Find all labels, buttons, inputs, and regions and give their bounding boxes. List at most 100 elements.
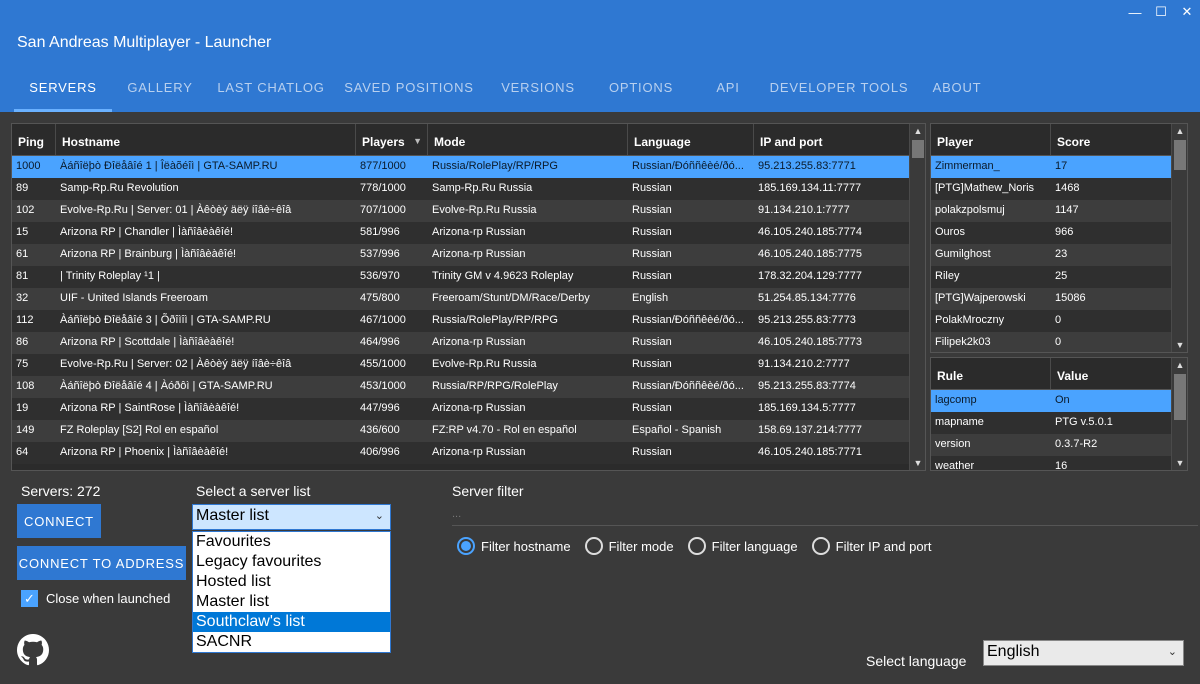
scroll-thumb[interactable] [1174, 140, 1186, 170]
player-row-cell: Zimmerman_ [935, 160, 1000, 172]
player-row-cell: Gumilghost [935, 248, 991, 260]
tab-about[interactable]: ABOUT [912, 70, 1002, 112]
column-hostname[interactable]: Hostname [56, 124, 356, 155]
rule-row[interactable]: lagcomp On [931, 390, 1187, 412]
filter-mode-radio[interactable]: Filter mode [584, 537, 674, 555]
server-row-cell: Arizona-rp Russian [432, 446, 526, 458]
server-row[interactable]: 81 | Trinity Roleplay ¹1 | 536/970 Trinity … [12, 266, 925, 288]
server-row-cell: 108 [16, 380, 35, 392]
close-icon[interactable]: ✕ [1174, 0, 1200, 24]
server-row-cell: Russian [632, 182, 672, 194]
server-row[interactable]: 15 Arizona RP | Chandler | Ìàñîâèàêîé! 581… [12, 222, 925, 244]
connect-to-address-button[interactable]: CONNECT TO ADDRESS [17, 546, 186, 580]
maximize-icon[interactable]: ☐ [1148, 0, 1174, 24]
server-row-cell: Arizona-rp Russian [432, 402, 526, 414]
server-row[interactable]: 19 Arizona RP | SaintRose | Ìàñîâèàêîé! 44… [12, 398, 925, 420]
server-row[interactable]: 89 Samp-Rp.Ru Revolution 778/1000 Samp-Rp.R… [12, 178, 925, 200]
scroll-down-icon[interactable]: ▼ [910, 456, 925, 470]
server-list-scrollbar[interactable]: ▲ ▼ [909, 124, 925, 470]
rule-row[interactable]: mapname PTG v.5.0.1 [931, 412, 1187, 434]
column-score[interactable]: Score [1051, 124, 1172, 155]
player-row[interactable]: Filipek2k03 0 [931, 332, 1187, 352]
server-row[interactable]: 102 Evolve-Rp.Ru | Server: 01 | Àêòèý äëÿ… [12, 200, 925, 222]
scroll-up-icon[interactable]: ▲ [1172, 124, 1187, 138]
player-row[interactable]: polakzpolsmuj 1147 [931, 200, 1187, 222]
language-select[interactable]: English ⌄ [983, 640, 1184, 666]
tab-saved-positions[interactable]: SAVED POSITIONS [334, 70, 484, 112]
scroll-down-icon[interactable]: ▼ [1172, 456, 1187, 470]
player-row[interactable]: [PTG]Mathew_Noris 1468 [931, 178, 1187, 200]
option-sacnr[interactable]: SACNR [193, 632, 390, 652]
column-rule[interactable]: Rule [931, 358, 1051, 389]
server-row[interactable]: 61 Arizona RP | Brainburg | Ìàñîâèàêîé! 53… [12, 244, 925, 266]
server-filter-input[interactable]: ... [452, 508, 1198, 526]
server-row-cell: 75 [16, 358, 29, 370]
rules-scrollbar[interactable]: ▲ ▼ [1171, 358, 1187, 470]
server-row-cell: Español - Spanish [632, 424, 722, 436]
close-when-launched-label: Close when launched [46, 591, 171, 606]
scroll-thumb[interactable] [1174, 374, 1186, 420]
option-hosted-list[interactable]: Hosted list [193, 572, 390, 592]
rule-row[interactable]: weather 16 [931, 456, 1187, 470]
scroll-up-icon[interactable]: ▲ [910, 124, 925, 138]
tab-options[interactable]: OPTIONS [592, 70, 690, 112]
scroll-up-icon[interactable]: ▲ [1172, 358, 1187, 372]
scroll-thumb[interactable] [912, 140, 924, 158]
player-row[interactable]: Ouros 966 [931, 222, 1187, 244]
tab-servers[interactable]: SERVERS [14, 70, 112, 112]
player-row[interactable]: PolakMroczny 0 [931, 310, 1187, 332]
column-mode[interactable]: Mode [428, 124, 628, 155]
server-row[interactable]: 112 Àáñîëþò Ðîëåâîé 3 | Õðîìîì | GTA-SAMP… [12, 310, 925, 332]
option-legacy-favourites[interactable]: Legacy favourites [193, 552, 390, 572]
servers-count: Servers: 272 [21, 483, 101, 499]
column-ping[interactable]: Ping [12, 124, 56, 155]
server-row[interactable]: 75 Evolve-Rp.Ru | Server: 02 | Àêòèý äëÿ … [12, 354, 925, 376]
option-southclaws-list[interactable]: Southclaw's list [193, 612, 390, 632]
server-row-cell: Àáñîëþò Ðîëåâîé 1 | Îëàõéîì | GTA-SAMP.R… [60, 160, 278, 172]
tab-last-chatlog[interactable]: LAST CHATLOG [208, 70, 334, 112]
player-row[interactable]: Riley 25 [931, 266, 1187, 288]
server-row-cell: 15 [16, 226, 29, 238]
server-row[interactable]: 149 FZ Roleplay [S2] Rol en español 436/60… [12, 420, 925, 442]
filter-hostname-label: Filter hostname [481, 538, 571, 554]
scroll-down-icon[interactable]: ▼ [1172, 338, 1187, 352]
option-favourites[interactable]: Favourites [193, 532, 390, 552]
column-ip-port[interactable]: IP and port [754, 124, 911, 155]
column-player[interactable]: Player [931, 124, 1051, 155]
server-list-select[interactable]: Master list ⌄ [192, 504, 391, 530]
tab-developer-tools[interactable]: DEVELOPER TOOLS [766, 70, 912, 112]
connect-button[interactable]: CONNECT [17, 504, 101, 538]
minimize-icon[interactable]: — [1122, 0, 1148, 24]
option-master-list[interactable]: Master list [193, 592, 390, 612]
column-language[interactable]: Language [628, 124, 754, 155]
rule-row[interactable]: version 0.3.7-R2 [931, 434, 1187, 456]
players-scrollbar[interactable]: ▲ ▼ [1171, 124, 1187, 352]
filter-language-radio[interactable]: Filter language [687, 537, 798, 555]
server-row-cell: Evolve-Rp.Ru | Server: 02 | Àêòèý äëÿ íî… [60, 358, 292, 370]
server-row-cell: Arizona-rp Russian [432, 248, 526, 260]
player-row[interactable]: [PTG]Wajperowski 15086 [931, 288, 1187, 310]
filter-hostname-radio[interactable]: Filter hostname [457, 537, 571, 555]
server-row[interactable]: 1000 Àáñîëþò Ðîëåâîé 1 | Îëàõéîì | GTA-SA… [12, 156, 925, 178]
github-icon[interactable] [17, 634, 49, 666]
rule-row-cell: 0.3.7-R2 [1055, 438, 1098, 450]
close-when-launched-checkbox[interactable]: ✓ Close when launched [21, 590, 170, 607]
tab-api[interactable]: API [690, 70, 766, 112]
server-row-cell: 46.105.240.185:7775 [758, 248, 862, 260]
server-row[interactable]: 32 UIF - United Islands Freeroam 475/800 Fr… [12, 288, 925, 310]
chevron-down-icon: ⌄ [374, 510, 384, 522]
checkmark-icon[interactable]: ✓ [21, 590, 38, 607]
server-row[interactable]: 108 Àáñîëþò Ðîëåâîé 4 | Àóðôì | GTA-SAMP.… [12, 376, 925, 398]
column-players[interactable]: Players ▼ [356, 124, 428, 155]
tab-versions[interactable]: VERSIONS [484, 70, 592, 112]
filter-ip-port-radio[interactable]: Filter IP and port [811, 537, 932, 555]
server-row-cell: Freeroam/Stunt/DM/Race/Derby [432, 292, 590, 304]
player-row[interactable]: Zimmerman_ 17 [931, 156, 1187, 178]
server-row-cell: 581/996 [360, 226, 400, 238]
server-row[interactable]: 64 Arizona RP | Phoenix | Ìàñîâèàêîé! 406/… [12, 442, 925, 464]
tab-gallery[interactable]: GALLERY [112, 70, 208, 112]
server-row[interactable]: 86 Arizona RP | Scottdale | Ìàñîâèàêîé! 46… [12, 332, 925, 354]
server-row-cell: 91.134.210.2:7777 [758, 358, 850, 370]
column-value[interactable]: Value [1051, 358, 1172, 389]
player-row[interactable]: Gumilghost 23 [931, 244, 1187, 266]
